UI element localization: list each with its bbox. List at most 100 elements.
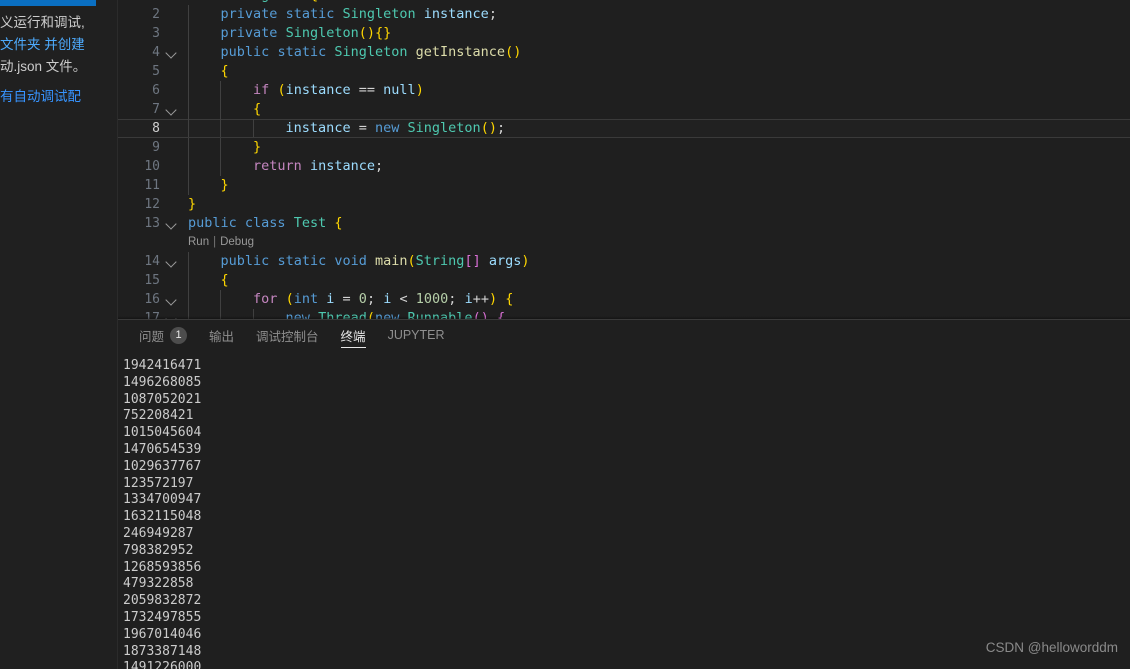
line-number: 9 bbox=[152, 140, 160, 155]
indent-guide bbox=[188, 100, 189, 119]
line-number: 16 bbox=[144, 292, 160, 307]
codelens-debug-link[interactable]: Debug bbox=[220, 233, 254, 252]
tab-jupyter[interactable]: JUPYTER bbox=[377, 320, 456, 350]
code-text: } bbox=[188, 176, 1130, 195]
terminal-line: 1334700947 bbox=[123, 492, 202, 508]
indent-guide bbox=[188, 252, 189, 271]
terminal-line: 1491226000 bbox=[123, 660, 202, 669]
indent-guide bbox=[188, 290, 189, 309]
code-line[interactable]: 16 for (int i = 0; i < 1000; i++) { bbox=[118, 290, 1130, 309]
line-number: 12 bbox=[144, 197, 160, 212]
code-line[interactable]: 11 } bbox=[118, 176, 1130, 195]
code-line[interactable]: 8 instance = new Singleton(); bbox=[118, 119, 1130, 138]
code-text: } bbox=[188, 138, 1130, 157]
terminal-line: 479322858 bbox=[123, 576, 194, 592]
sidebar-line-1: 文件夹 并创建 bbox=[0, 36, 85, 52]
code-line[interactable]: 14 public static void main(String[] args… bbox=[118, 252, 1130, 271]
indent-guide bbox=[220, 138, 222, 157]
code-line[interactable]: 13 public class Test { bbox=[118, 214, 1130, 233]
terminal-line: 1632115048 bbox=[123, 509, 202, 525]
sidebar-primary-action-button[interactable] bbox=[0, 0, 96, 6]
codelens-run-debug: Run | Debug bbox=[118, 233, 1130, 252]
panel-tab-label: 输出 bbox=[209, 329, 235, 344]
code-line[interactable]: 3 private Singleton(){} bbox=[118, 24, 1130, 43]
indent-guide bbox=[220, 157, 222, 176]
terminal-line: 1470654539 bbox=[123, 441, 202, 457]
terminal-line: 1496268085 bbox=[123, 374, 202, 390]
tab-terminal[interactable]: 终端 bbox=[330, 320, 377, 350]
line-number: 7 bbox=[152, 102, 160, 117]
tab-problems[interactable]: 问题 1 bbox=[128, 320, 198, 350]
terminal-line: 1873387148 bbox=[123, 643, 202, 659]
vscode-window: 义运行和调试, 文件夹 并创建 动.json 文件。 有自动调试配 1class… bbox=[0, 0, 1130, 669]
indent-guide bbox=[220, 100, 222, 119]
code-line[interactable]: 2 private static Singleton instance; bbox=[118, 5, 1130, 24]
indent-guide bbox=[188, 81, 189, 100]
terminal-line: 1942416471 bbox=[123, 358, 202, 373]
code-text: { bbox=[188, 100, 1130, 119]
panel-tab-label: 调试控制台 bbox=[256, 329, 319, 344]
bottom-panel: 问题 1 输出 调试控制台 终端 JUPYTER 1942416471 1496268085… bbox=[118, 319, 1130, 669]
code-line[interactable]: 4 public static Singleton getInstance() bbox=[118, 43, 1130, 62]
code-line[interactable]: 6 if (instance == null) bbox=[118, 81, 1130, 100]
terminal-line: 752208421 bbox=[123, 408, 194, 424]
terminal-line: 2059832872 bbox=[123, 593, 202, 609]
terminal-line: 246949287 bbox=[123, 525, 194, 541]
terminal-line: 1087052021 bbox=[123, 391, 202, 407]
line-number: 11 bbox=[144, 178, 160, 193]
fold-chevron-down-icon[interactable] bbox=[160, 252, 182, 271]
sidebar-text-line: 动.json 文件。 bbox=[0, 56, 117, 78]
indent-guide bbox=[220, 290, 222, 309]
code-editor[interactable]: 1class Singleton{2 private static Single… bbox=[118, 0, 1130, 319]
code-line[interactable]: 9 } bbox=[118, 138, 1130, 157]
indent-guide bbox=[188, 62, 189, 81]
code-line[interactable]: 5 { bbox=[118, 62, 1130, 81]
code-text: if (instance == null) bbox=[188, 81, 1130, 100]
panel-tab-label: 终端 bbox=[340, 329, 366, 344]
sidebar-text-line: 文件夹 并创建 bbox=[0, 34, 117, 56]
terminal-output[interactable]: 1942416471 1496268085 1087052021 752208421 1… bbox=[118, 350, 1130, 669]
code-text: public static Singleton getInstance() bbox=[188, 43, 1130, 62]
problems-count-badge: 1 bbox=[170, 326, 188, 344]
tab-debug-console[interactable]: 调试控制台 bbox=[245, 320, 330, 350]
main-column: 1class Singleton{2 private static Single… bbox=[118, 0, 1130, 669]
sidebar-line-2: 动.json 文件。 bbox=[0, 58, 87, 74]
codelens-run-link[interactable]: Run bbox=[188, 233, 209, 252]
terminal-line: 1029637767 bbox=[123, 458, 202, 474]
fold-chevron-down-icon[interactable] bbox=[160, 100, 182, 119]
indent-guide bbox=[188, 43, 189, 62]
indent-guide bbox=[188, 138, 189, 157]
line-number: 14 bbox=[144, 254, 160, 269]
codelens-indent bbox=[118, 233, 188, 252]
code-line[interactable]: 7 { bbox=[118, 100, 1130, 119]
sidebar-auto-debug-config-link[interactable]: 有自动调试配 bbox=[0, 85, 117, 105]
code-line[interactable]: 12} bbox=[118, 195, 1130, 214]
fold-chevron-down-icon[interactable] bbox=[160, 43, 182, 62]
indent-guide bbox=[188, 176, 189, 195]
indent-guide bbox=[220, 81, 222, 100]
fold-chevron-down-icon[interactable] bbox=[160, 290, 182, 309]
code-text: { bbox=[188, 271, 1130, 290]
code-lines-container: 1class Singleton{2 private static Single… bbox=[118, 0, 1130, 319]
fold-chevron-down-icon[interactable] bbox=[160, 214, 182, 233]
code-line[interactable]: 10 return instance; bbox=[118, 157, 1130, 176]
tab-output[interactable]: 输出 bbox=[198, 320, 245, 350]
indent-guide bbox=[188, 157, 189, 176]
sidebar-text-line: 义运行和调试, bbox=[0, 12, 117, 34]
terminal-line: 1732497855 bbox=[123, 609, 202, 625]
code-line[interactable]: 15 { bbox=[118, 271, 1130, 290]
line-number: 4 bbox=[152, 45, 160, 60]
indent-guide bbox=[188, 5, 189, 24]
panel-tab-bar: 问题 1 输出 调试控制台 终端 JUPYTER bbox=[118, 320, 1130, 350]
code-text: return instance; bbox=[188, 157, 1130, 176]
code-text: public static void main(String[] args) bbox=[188, 252, 1130, 271]
line-number: 13 bbox=[144, 216, 160, 231]
code-text: } bbox=[188, 196, 197, 212]
codelens-separator: | bbox=[213, 236, 217, 248]
line-number: 3 bbox=[152, 26, 160, 41]
indent-guide bbox=[252, 119, 254, 138]
